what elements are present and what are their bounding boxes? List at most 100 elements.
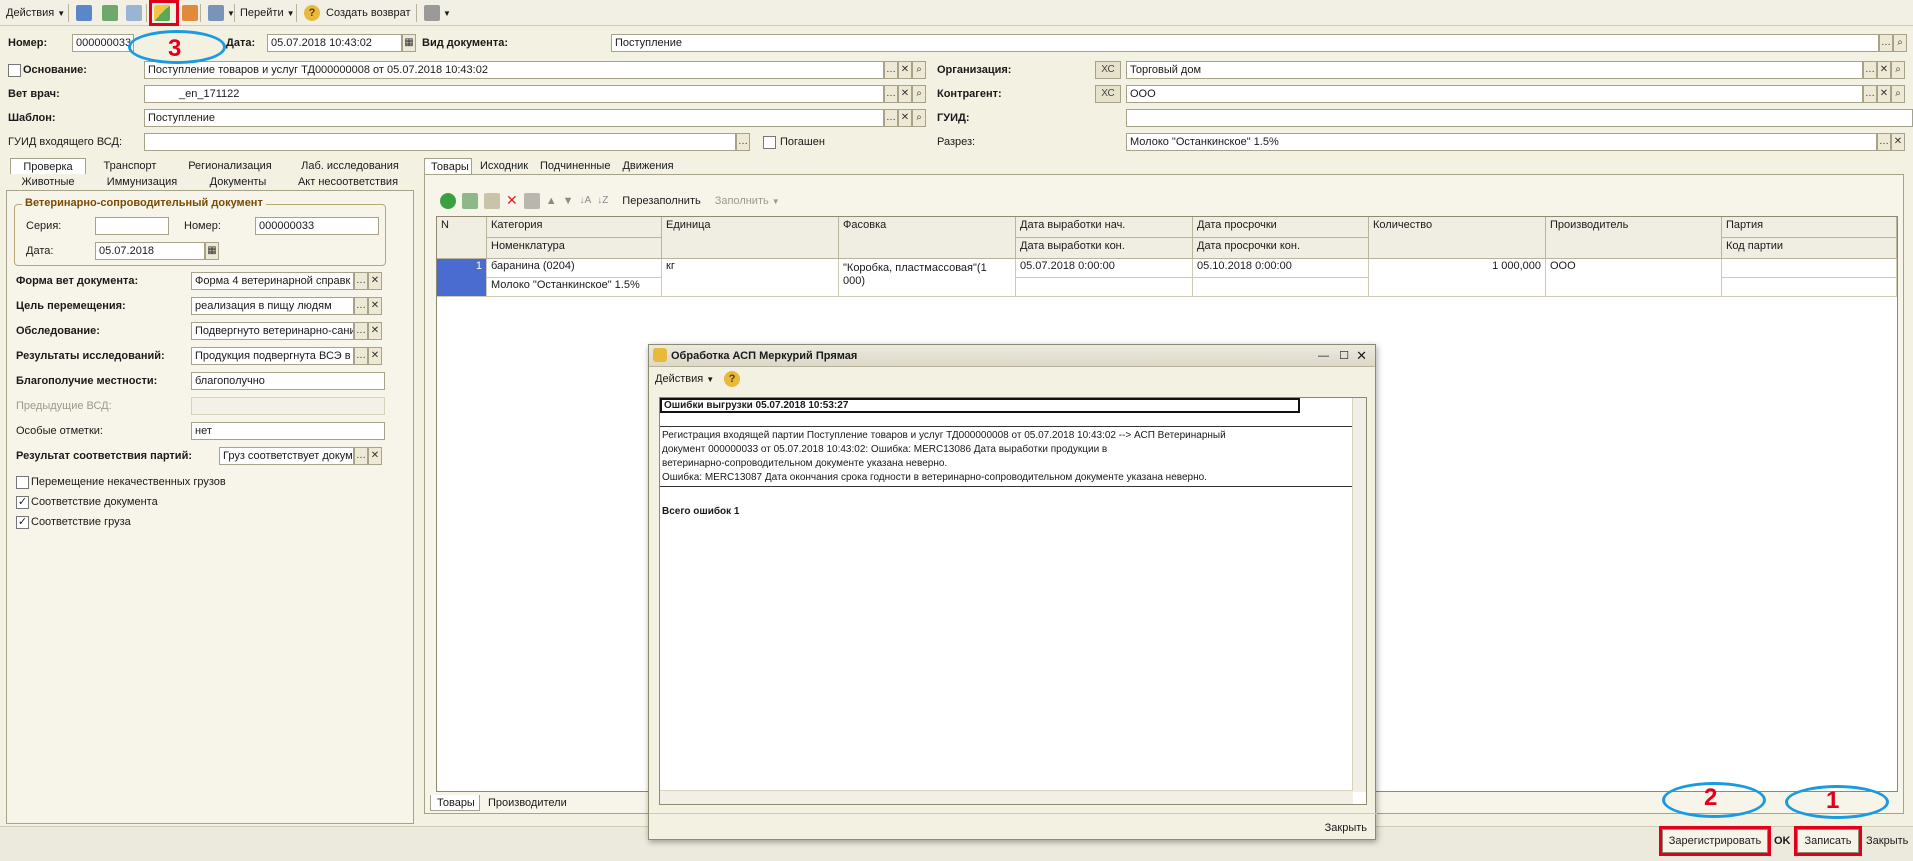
contractor-choose-icon[interactable]: … <box>1863 85 1877 103</box>
vsd-date-field[interactable]: 05.07.2018 <box>95 242 205 260</box>
tab-movements[interactable]: Движения <box>616 158 680 174</box>
tab-regionalization[interactable]: Регионализация <box>176 158 284 174</box>
dialog-actions-menu[interactable]: Действия ▼ <box>655 373 714 385</box>
vertical-scrollbar[interactable] <box>1352 398 1366 792</box>
save-button[interactable]: Записать <box>1794 826 1862 856</box>
delete-row-icon[interactable]: ✕ <box>506 192 518 209</box>
vsd-calendar-icon[interactable]: ▦ <box>205 242 219 260</box>
row-number[interactable]: 1 <box>437 259 487 297</box>
cell-nomenclature[interactable]: Молоко "Останкинское" 1.5% <box>487 278 662 297</box>
section-choose-icon[interactable]: … <box>1877 133 1891 151</box>
tab-source[interactable]: Исходник <box>474 158 532 174</box>
cell-prod-end[interactable] <box>1016 278 1193 297</box>
guid-in-choose-icon[interactable]: … <box>736 133 750 151</box>
series-field[interactable] <box>95 217 169 235</box>
research-choose-icon[interactable]: … <box>354 347 368 365</box>
tab-nonconformity[interactable]: Акт несоответствия <box>290 174 406 190</box>
template-clear-icon[interactable]: ✕ <box>898 109 912 127</box>
actions-menu[interactable]: Действия ▼ <box>2 2 69 24</box>
dialog-help-icon[interactable]: ? <box>724 371 741 387</box>
guid-field[interactable] <box>1126 109 1913 127</box>
inspection-choose-icon[interactable]: … <box>354 322 368 340</box>
cell-packing[interactable]: "Коробка, пластмассовая"(1 000) <box>839 259 1016 297</box>
refill-button[interactable]: Перезаполнить <box>622 195 700 207</box>
template-search-icon[interactable]: ⌕ <box>912 109 926 127</box>
org-choose-icon[interactable]: … <box>1863 61 1877 79</box>
vet-choose-icon[interactable]: … <box>884 85 898 103</box>
ok-button[interactable]: OK <box>1774 832 1791 850</box>
unpost-icon[interactable] <box>98 2 122 24</box>
col-prod-start[interactable]: Дата выработки нач. <box>1016 217 1193 238</box>
cell-category[interactable]: баранина (0204) <box>487 259 662 278</box>
research-field[interactable]: Продукция подвергнута ВСЭ в <box>191 347 354 365</box>
batch-result-clear-icon[interactable]: ✕ <box>368 447 382 465</box>
doc-match-checkbox[interactable]: ✓ <box>16 496 29 509</box>
org-field[interactable]: Торговый дом <box>1126 61 1863 79</box>
minimize-icon[interactable]: — <box>1318 345 1329 367</box>
research-clear-icon[interactable]: ✕ <box>368 347 382 365</box>
bad-cargo-checkbox[interactable] <box>16 476 29 489</box>
post-icon[interactable] <box>72 2 96 24</box>
tab-documents[interactable]: Документы <box>198 174 278 190</box>
cell-exp-date[interactable]: 05.10.2018 0:00:00 <box>1193 259 1369 278</box>
org-clear-icon[interactable]: ✕ <box>1877 61 1891 79</box>
col-batch-code[interactable]: Код партии <box>1722 238 1897 259</box>
inspection-clear-icon[interactable]: ✕ <box>368 322 382 340</box>
tab-bottom-goods[interactable]: Товары <box>430 795 480 811</box>
sort-desc-icon[interactable]: ↓Z <box>597 195 608 206</box>
doc-type-choose-icon[interactable]: … <box>1879 34 1893 52</box>
maximize-icon[interactable]: ☐ <box>1339 345 1349 367</box>
col-qty[interactable]: Количество <box>1369 217 1546 259</box>
dialog-close-button[interactable]: Закрыть <box>1325 819 1367 837</box>
fill-menu[interactable]: Заполнить ▼ <box>715 195 780 207</box>
template-field[interactable]: Поступление <box>144 109 884 127</box>
vet-search-icon[interactable]: ⌕ <box>912 85 926 103</box>
cell-unit[interactable]: кг <box>662 259 839 297</box>
col-n[interactable]: N <box>437 217 487 259</box>
form-clear-icon[interactable]: ✕ <box>368 272 382 290</box>
close-button[interactable]: Закрыть <box>1866 832 1908 850</box>
col-batch[interactable]: Партия <box>1722 217 1897 238</box>
horizontal-scrollbar[interactable] <box>660 790 1353 804</box>
vsd-number-field[interactable]: 000000033 <box>255 217 379 235</box>
form-choose-icon[interactable]: … <box>354 272 368 290</box>
cargo-match-checkbox[interactable]: ✓ <box>16 516 29 529</box>
print-doc-icon[interactable] <box>178 2 202 24</box>
create-return-button[interactable]: Создать возврат <box>322 2 415 24</box>
cell-qty[interactable]: 1 000,000 <box>1369 259 1546 297</box>
col-category[interactable]: Категория <box>487 217 662 238</box>
basis-search-icon[interactable]: ⌕ <box>912 61 926 79</box>
vet-clear-icon[interactable]: ✕ <box>898 85 912 103</box>
col-packing[interactable]: Фасовка <box>839 217 1016 259</box>
sort-asc-icon[interactable]: ↓A <box>580 195 592 206</box>
basis-checkbox[interactable] <box>8 64 21 77</box>
tab-transport[interactable]: Транспорт <box>92 158 168 174</box>
cell-exp-end[interactable] <box>1193 278 1369 297</box>
contractor-field[interactable]: ООО <box>1126 85 1863 103</box>
copy-row-icon[interactable] <box>462 192 478 209</box>
purpose-choose-icon[interactable]: … <box>354 297 368 315</box>
add-row-icon[interactable] <box>440 192 456 209</box>
cell-prod-date[interactable]: 05.07.2018 0:00:00 <box>1016 259 1193 278</box>
contractor-search-icon[interactable]: ⌕ <box>1891 85 1905 103</box>
section-clear-icon[interactable]: ✕ <box>1891 133 1905 151</box>
move-up-icon[interactable]: ▲ <box>546 195 557 207</box>
org-xs-button[interactable]: ХС <box>1095 61 1121 79</box>
calendar-icon[interactable]: ▦ <box>402 34 416 52</box>
col-prod-end[interactable]: Дата выработки кон. <box>1016 238 1193 259</box>
end-edit-icon[interactable] <box>523 192 540 209</box>
col-exp[interactable]: Дата просрочки <box>1193 217 1369 238</box>
move-down-icon[interactable]: ▼ <box>563 195 574 207</box>
purpose-clear-icon[interactable]: ✕ <box>368 297 382 315</box>
tab-lab[interactable]: Лаб. исследования <box>294 158 406 174</box>
goto-menu[interactable]: Перейти ▼ <box>236 2 299 24</box>
doc-type-search-icon[interactable]: ⌕ <box>1893 34 1907 52</box>
col-producer[interactable]: Производитель <box>1546 217 1722 259</box>
contractor-clear-icon[interactable]: ✕ <box>1877 85 1891 103</box>
batch-result-choose-icon[interactable]: … <box>354 447 368 465</box>
tab-immunization[interactable]: Иммунизация <box>96 174 188 190</box>
form-field[interactable]: Форма 4 ветеринарной справк <box>191 272 354 290</box>
wellbeing-field[interactable]: благополучно <box>191 372 385 390</box>
inspection-field[interactable]: Подвергнуто ветеринарно-сани <box>191 322 354 340</box>
tab-subordinate[interactable]: Подчиненные <box>534 158 614 174</box>
